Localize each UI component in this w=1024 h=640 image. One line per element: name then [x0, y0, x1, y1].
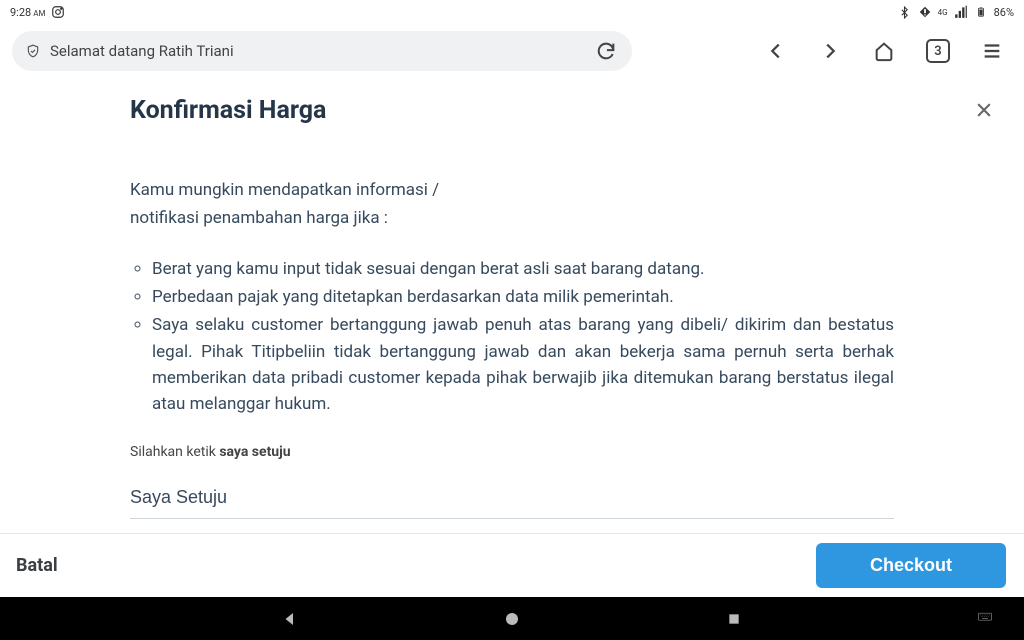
network-label: 4G — [938, 8, 948, 17]
sys-home-button[interactable] — [501, 608, 523, 630]
list-item: Saya selaku customer bertanggung jawab p… — [152, 312, 894, 417]
modal-title: Konfirmasi Harga — [130, 96, 894, 125]
battery-percent: 86% — [994, 6, 1014, 19]
sys-recents-button[interactable] — [723, 608, 745, 630]
android-status-bar: 9:28AM 4G 86% — [0, 0, 1024, 24]
signal-icon — [954, 5, 968, 19]
list-item: Berat yang kamu input tidak sesuai denga… — [152, 256, 894, 282]
reload-icon[interactable] — [594, 39, 618, 63]
close-icon[interactable] — [968, 94, 1000, 126]
shield-icon — [26, 44, 40, 58]
keyboard-icon[interactable] — [974, 608, 996, 630]
modal-body: Kamu mungkin mendapatkan informasi / not… — [130, 177, 894, 519]
status-left: 9:28AM — [10, 5, 65, 19]
cancel-button[interactable]: Batal — [16, 555, 58, 576]
modal: Konfirmasi Harga Kamu mungkin mendapatka… — [0, 78, 1024, 519]
status-clock: 9:28AM — [10, 6, 45, 19]
battery-icon — [974, 5, 988, 19]
tabs-button[interactable]: 3 — [918, 31, 958, 71]
status-right: 4G 86% — [898, 5, 1014, 19]
tab-count: 3 — [934, 44, 941, 59]
confirm-input[interactable] — [130, 481, 894, 519]
menu-button[interactable] — [972, 31, 1012, 71]
modal-bullet-list: Berat yang kamu input tidak sesuai denga… — [130, 256, 894, 418]
checkout-button[interactable]: Checkout — [816, 543, 1006, 588]
modal-intro-1: Kamu mungkin mendapatkan informasi / — [130, 177, 894, 203]
modal-footer: Batal Checkout — [0, 533, 1024, 597]
vibrate-icon — [918, 5, 932, 19]
instagram-icon — [51, 5, 65, 19]
android-nav-bar — [0, 597, 1024, 640]
bluetooth-icon — [898, 5, 912, 19]
sys-back-button[interactable] — [279, 608, 301, 630]
browser-chrome: Selamat datang Ratih Triani 3 — [0, 24, 1024, 78]
url-bar[interactable]: Selamat datang Ratih Triani — [12, 31, 632, 71]
confirm-prompt: Silahkan ketik saya setuju — [130, 442, 894, 464]
list-item: Perbedaan pajak yang ditetapkan berdasar… — [152, 284, 894, 310]
forward-button[interactable] — [810, 31, 850, 71]
url-text: Selamat datang Ratih Triani — [50, 42, 584, 60]
back-button[interactable] — [756, 31, 796, 71]
modal-intro-2: notifikasi penambahan harga jika : — [130, 205, 894, 231]
home-button[interactable] — [864, 31, 904, 71]
